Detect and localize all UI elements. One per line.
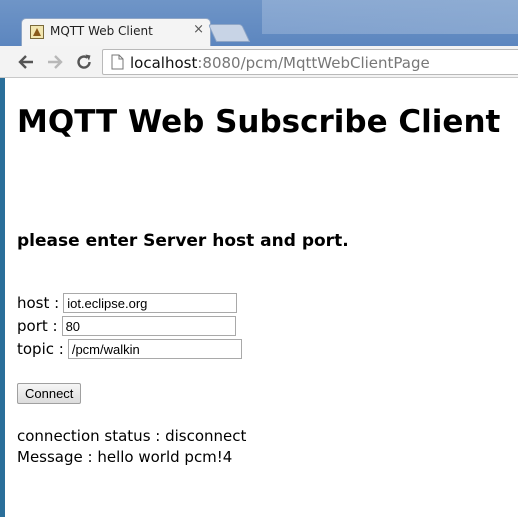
tab-close-icon[interactable]: ×	[193, 22, 204, 37]
host-label: host :	[17, 294, 60, 312]
host-row: host :	[17, 292, 238, 314]
port-label: port :	[17, 317, 58, 335]
connection-status: connection status : disconnect	[17, 427, 247, 445]
connect-button[interactable]: Connect	[17, 383, 82, 404]
topic-row: topic :	[17, 338, 242, 360]
url-host: localhost	[130, 54, 198, 72]
browser-toolbar: localhost:8080/pcm/MqttWebClientPage	[0, 46, 518, 78]
browser-titlebar: MQTT Web Client ×	[0, 0, 518, 46]
topic-input[interactable]	[67, 339, 242, 359]
tab-title: MQTT Web Client	[50, 24, 153, 38]
url-path: :8080/pcm/MqttWebClientPage	[197, 54, 430, 72]
port-row: port :	[17, 315, 236, 337]
reload-icon[interactable]	[74, 52, 94, 72]
port-input[interactable]	[61, 316, 236, 336]
address-bar[interactable]: localhost:8080/pcm/MqttWebClientPage	[102, 49, 518, 75]
message-text: Message : hello world pcm!4	[17, 448, 233, 466]
page-favicon-icon	[30, 25, 44, 39]
back-arrow-icon[interactable]	[16, 52, 36, 72]
topic-label: topic :	[17, 340, 64, 358]
page-icon	[111, 54, 124, 74]
new-tab-button[interactable]	[207, 24, 251, 42]
instruction-heading: please enter Server host and port.	[17, 231, 349, 251]
background-window-area	[262, 0, 518, 34]
address-url: localhost:8080/pcm/MqttWebClientPage	[130, 54, 430, 72]
page-title: MQTT Web Subscribe Client	[17, 104, 501, 140]
host-input[interactable]	[63, 293, 238, 313]
page-viewport: MQTT Web Subscribe Client please enter S…	[5, 78, 518, 517]
forward-arrow-icon[interactable]	[45, 52, 65, 72]
browser-tab[interactable]: MQTT Web Client ×	[21, 18, 211, 46]
